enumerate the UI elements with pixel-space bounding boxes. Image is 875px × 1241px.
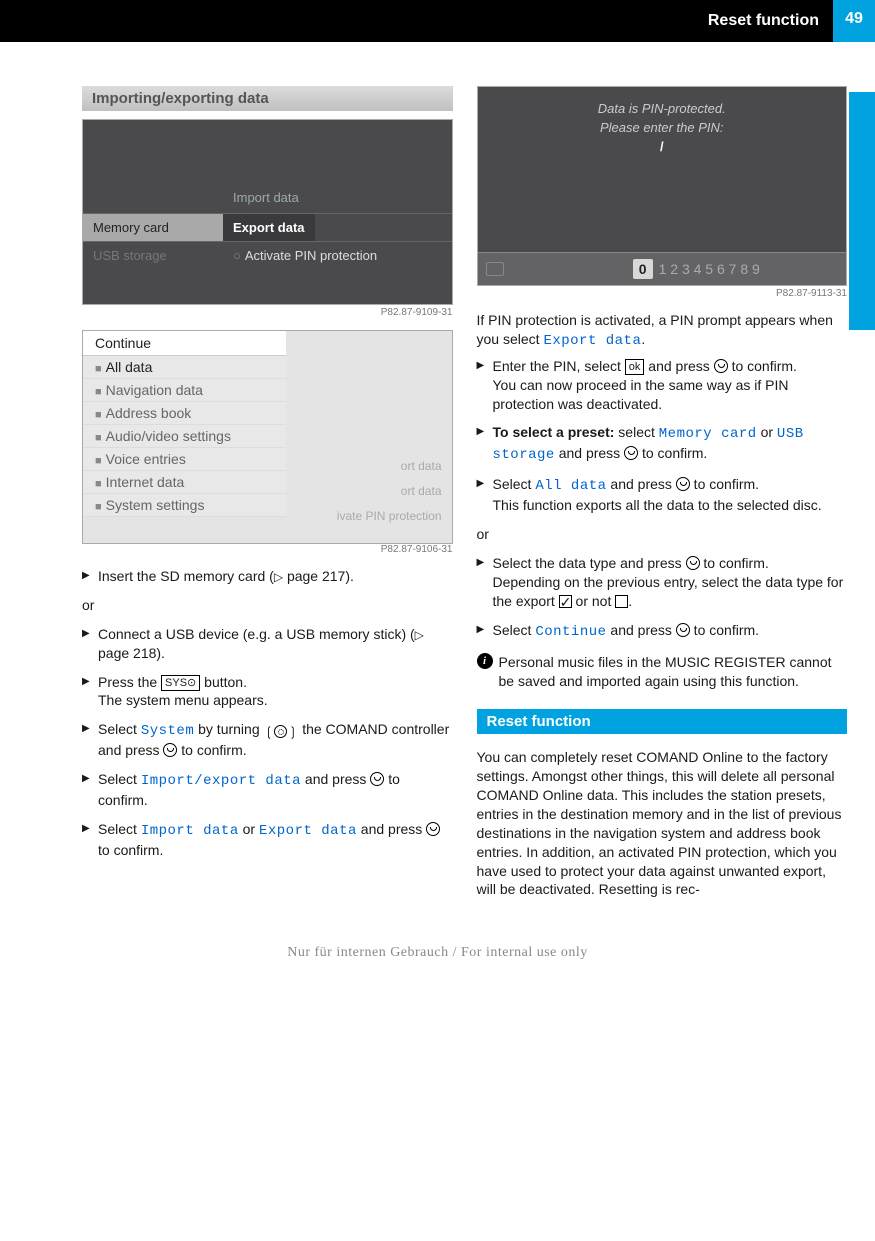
reset-paragraph: You can completely reset COMAND Online t… — [477, 748, 848, 899]
list-item-navigation: ■Navigation data — [83, 379, 286, 402]
digit-0: 0 — [633, 259, 653, 279]
knob-icon — [676, 477, 690, 491]
screenshot-pin-prompt: Data is PIN-protected. Please enter the … — [477, 86, 848, 286]
page-body: Importing/exporting data Import data Mem… — [0, 42, 875, 925]
step-connect-usb: Connect a USB device (e.g. a USB memory … — [82, 625, 453, 663]
checkbox-off-icon — [615, 595, 628, 608]
pin-intro-para: If PIN protection is activated, a PIN pr… — [477, 311, 848, 351]
pin-number-row: 0 1 2 3 4 5 6 7 8 9 — [478, 252, 847, 285]
knob-icon — [426, 822, 440, 836]
internal-use-footer: Nur für internen Gebrauch / For internal… — [0, 945, 875, 961]
knob-icon — [163, 743, 177, 757]
or-separator-right: or — [477, 525, 848, 544]
step-select-system: Select System by turning ❲❳ the COMAND c… — [82, 720, 453, 760]
figure-code-1: P82.87-9109-31 — [82, 307, 453, 318]
list-item-system-settings: ■System settingsivate PIN protection — [83, 494, 286, 517]
section-heading-reset: Reset function — [477, 709, 848, 734]
step-press-sys-result: The system menu appears. — [98, 691, 453, 710]
list-item-all-data: ■All data — [83, 356, 286, 379]
side-tab-highlight — [849, 92, 875, 330]
header-title: Reset function — [708, 12, 833, 30]
dial-icon: ❲❳ — [264, 723, 299, 741]
keyboard-icon — [486, 262, 504, 276]
menu-item-import-data: Import data — [83, 190, 452, 213]
knob-icon — [676, 623, 690, 637]
step-select-import-or-export: Select Import data or Export data and pr… — [82, 820, 453, 860]
or-separator: or — [82, 596, 453, 615]
digits-rest: 1 2 3 4 5 6 7 8 9 — [659, 261, 760, 277]
list-item-audio-video: ■Audio/video settings — [83, 425, 286, 448]
list-item-internet: ■Internet dataort data — [83, 471, 286, 494]
screenshot-import-export-menu: Import data Memory card Export data USB … — [82, 119, 453, 305]
right-steps-2: Select the data type and press to confir… — [477, 554, 848, 642]
checkbox-on-icon — [559, 595, 572, 608]
knob-icon — [370, 772, 384, 786]
left-column: Importing/exporting data Import data Mem… — [82, 86, 453, 905]
list-item-voice: ■Voice entriesort data — [83, 448, 286, 471]
step-select-datatype: Select the data type and press to confir… — [477, 554, 848, 611]
pin-line1: Data is PIN-protected. — [478, 101, 847, 116]
step-select-preset: To select a preset: select Memory card o… — [477, 423, 848, 465]
pin-line2: Please enter the PIN: — [478, 120, 847, 135]
step-enter-pin-result: You can now proceed in the same way as i… — [493, 376, 848, 414]
sys-key: SYS⊙ — [161, 675, 200, 691]
list-item-address-book: ■Address book — [83, 402, 286, 425]
knob-icon — [624, 446, 638, 460]
figure-code-2: P82.87-9106-31 — [82, 544, 453, 555]
figure-code-3: P82.87-9113-31 — [477, 288, 848, 299]
pin-cursor: / — [478, 139, 847, 154]
step-select-continue: Select Continue and press to confirm. — [477, 621, 848, 642]
step-insert-sd: Insert the SD memory card (▷ page 217). — [82, 567, 453, 586]
list-item-continue: Continue — [83, 331, 286, 356]
knob-icon — [714, 359, 728, 373]
left-steps: Insert the SD memory card (▷ page 217). — [82, 567, 453, 586]
knob-icon — [686, 556, 700, 570]
step-select-all-data: Select All data and press to confirm. Th… — [477, 475, 848, 515]
section-heading-import-export: Importing/exporting data — [82, 86, 453, 111]
info-music-register: Personal music files in the MUSIC REGIST… — [477, 653, 848, 691]
step-select-datatype-detail: Depending on the previous entry, select … — [493, 573, 848, 611]
menu-item-activate-pin: ○Activate PIN protection — [223, 242, 387, 269]
left-steps-2: Connect a USB device (e.g. a USB memory … — [82, 625, 453, 860]
menu-item-memory-card: Memory card — [83, 214, 223, 241]
right-column: Data is PIN-protected. Please enter the … — [477, 86, 848, 905]
step-select-import-export: Select Import/export data and press to c… — [82, 770, 453, 810]
step-press-sys: Press the SYS⊙ button. The system menu a… — [82, 673, 453, 711]
step-select-all-data-result: This function exports all the data to th… — [493, 496, 848, 515]
menu-item-usb-storage: USB storage — [83, 242, 223, 269]
page-number: 49 — [833, 0, 875, 42]
right-steps: Enter the PIN, select ok and press to co… — [477, 357, 848, 515]
screenshot-data-type-list: Continue ■All data ■Navigation data ■Add… — [82, 330, 453, 544]
ok-key: ok — [625, 359, 645, 375]
page-header: Reset function 49 — [0, 0, 875, 42]
menu-item-export-data: Export data — [223, 214, 315, 241]
step-enter-pin: Enter the PIN, select ok and press to co… — [477, 357, 848, 414]
